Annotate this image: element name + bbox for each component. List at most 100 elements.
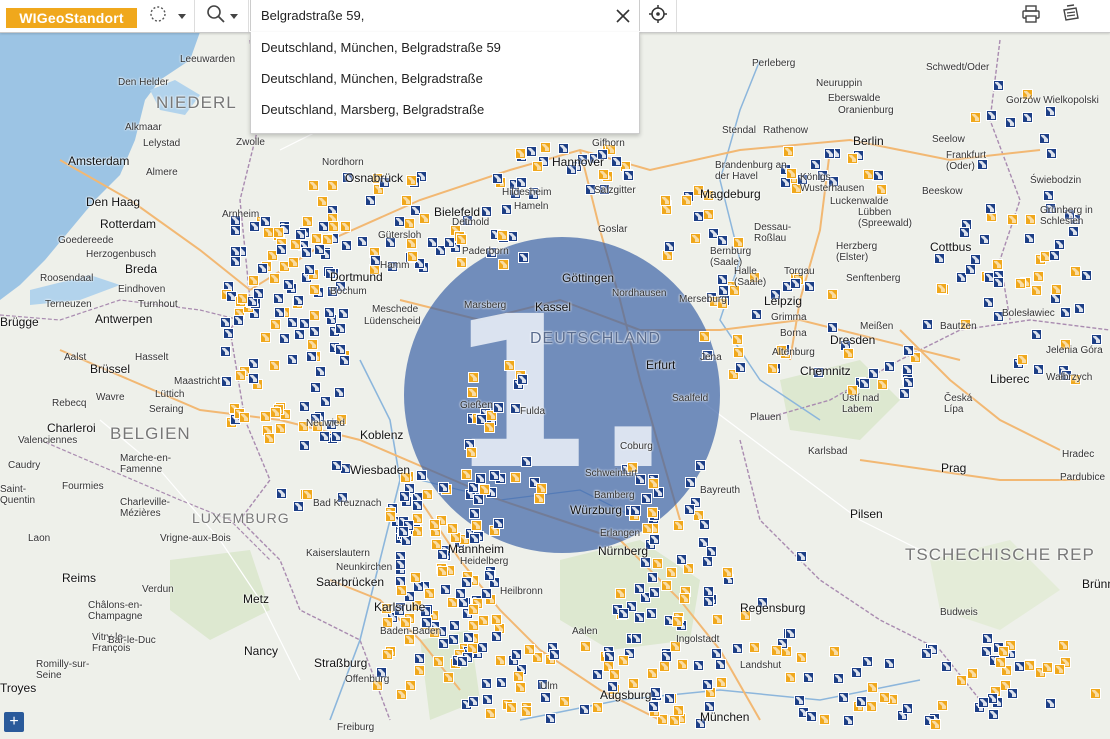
city-label: Nancy: [244, 644, 279, 658]
city-label: Brandenburg an der Havel: [715, 160, 787, 182]
city-label: Lübben (Spreewald): [858, 207, 912, 229]
city-label: Amsterdam: [68, 154, 130, 168]
city-label: Landshut: [740, 660, 782, 671]
city-label: Wavre: [96, 392, 125, 403]
city-label: Seelow: [932, 134, 965, 145]
close-icon: [613, 9, 633, 30]
city-label: Pardubice: [1060, 472, 1106, 483]
city-label: Grünberg in Schlesien: [1040, 205, 1093, 227]
city-label: Beeskow: [922, 186, 963, 197]
city-label: Wiesbaden: [350, 463, 411, 477]
suggestion-item[interactable]: Deutschland, München, Belgradstraße: [261, 69, 483, 89]
city-label: Bernburg (Saale): [710, 246, 752, 268]
city-label: Koblenz: [360, 428, 404, 442]
city-label: Regensburg: [740, 601, 806, 615]
city-label: Świebodzin: [1030, 175, 1082, 186]
city-label: Neuruppin: [816, 78, 863, 89]
city-label: Meißen: [860, 321, 894, 332]
city-label: Gorzów Wielkopolski: [1006, 95, 1099, 106]
app-logo: WIGeoStandort: [6, 8, 137, 28]
city-label: Lüttich: [155, 389, 185, 400]
city-label: Bayreuth: [700, 485, 741, 496]
city-label: Caudry: [8, 460, 41, 471]
city-label: Châlons-en-Champagne: [88, 600, 143, 622]
city-label: Bamberg: [594, 490, 635, 501]
clear-search-button[interactable]: [613, 6, 633, 26]
city-label: Marche-en-Famenne: [120, 453, 172, 475]
city-label: Königs Wusterhausen: [800, 172, 865, 194]
city-label: Alkmaar: [125, 122, 162, 133]
city-label: Paderborn: [462, 246, 509, 257]
city-label: Torgau: [784, 266, 815, 277]
city-label: Charleroi: [47, 421, 96, 435]
city-label: Troyes: [0, 681, 37, 695]
city-label: Nordhorn: [322, 157, 364, 168]
city-label: Gießen: [460, 400, 493, 411]
city-label: Kaiserslautern: [306, 548, 370, 559]
city-label: Neuwied: [306, 418, 345, 429]
city-label: Česká Lípa: [944, 393, 973, 415]
city-label: Ingolstadt: [676, 634, 720, 645]
city-label: Lelystad: [143, 138, 181, 149]
city-label: Vrigne-aux-Bois: [160, 533, 231, 544]
city-label: Halle (Saale): [734, 266, 767, 288]
city-label: Lüdenscheid: [364, 316, 421, 327]
city-label: Marsberg: [464, 300, 507, 311]
city-label: Jelenia Góra: [1046, 345, 1103, 356]
city-label: Terneuzen: [45, 299, 92, 310]
city-label: Nürnberg: [598, 544, 649, 558]
search-mode-button[interactable]: [196, 0, 249, 32]
city-label: Osnabrück: [345, 171, 404, 185]
chevron-down-icon: [230, 7, 238, 25]
suggestion-item[interactable]: Deutschland, München, Belgradstraße 59: [261, 38, 501, 58]
city-label: Plauen: [750, 412, 782, 423]
draw-circle-button[interactable]: [140, 0, 195, 32]
print-button[interactable]: [1018, 0, 1044, 32]
layers-button[interactable]: [1058, 0, 1084, 32]
dashed-circle-icon: [148, 4, 168, 29]
search-box: [250, 0, 640, 31]
city-label: Den Haag: [86, 195, 141, 209]
printer-icon: [1021, 4, 1041, 29]
city-label: Göttingen: [562, 271, 615, 285]
city-label: Laon: [28, 533, 51, 544]
search-input[interactable]: [261, 5, 601, 25]
city-label: Fourmies: [62, 481, 104, 492]
locate-button[interactable]: [640, 0, 677, 32]
city-label: Pilsen: [850, 507, 883, 521]
city-label: Saarbrücken: [316, 575, 385, 589]
city-label: Kassel: [535, 300, 572, 314]
city-label: Detmold: [452, 217, 490, 228]
city-label: Perleberg: [752, 58, 796, 69]
city-label: Mannheim: [448, 542, 505, 556]
city-label: Erlangen: [600, 528, 641, 539]
city-label: Hamm: [380, 260, 410, 271]
suggestion-item[interactable]: Deutschland, Marsberg, Belgradstraße: [261, 100, 484, 120]
city-label: Dresden: [830, 333, 876, 347]
city-label: Dortmund: [330, 270, 383, 284]
city-label: Hameln: [514, 201, 549, 212]
city-label: Heilbronn: [500, 586, 543, 597]
zoom-in-button[interactable]: +: [4, 712, 24, 732]
city-label: Maastricht: [174, 376, 221, 387]
crosshair-icon: [648, 4, 668, 29]
city-label: Almere: [146, 167, 178, 178]
city-label: Borna: [780, 328, 807, 339]
city-label: Stendal: [722, 125, 756, 136]
city-label: Arnheim: [222, 209, 260, 220]
city-label: Bar-le-Duc: [108, 635, 156, 646]
city-label: Schweinfurt: [585, 468, 638, 479]
city-label: Herzberg (Elster): [836, 241, 878, 263]
city-label: Bolesławiec: [1002, 308, 1055, 319]
city-label: Rathenow: [763, 125, 809, 136]
city-label: Offenburg: [345, 674, 390, 685]
country-label: BELGIEN: [110, 424, 191, 443]
search-suggestions: Deutschland, München, Belgradstraße 59 D…: [250, 32, 640, 134]
city-label: Grimma: [771, 312, 807, 323]
city-label: Schwedt/Oder: [926, 62, 990, 73]
city-label: Meschede: [372, 304, 419, 315]
city-label: Eindhoven: [118, 284, 166, 295]
country-label: NIEDERL: [156, 93, 237, 112]
city-label: Metz: [243, 592, 270, 606]
chevron-down-icon: [178, 7, 186, 25]
